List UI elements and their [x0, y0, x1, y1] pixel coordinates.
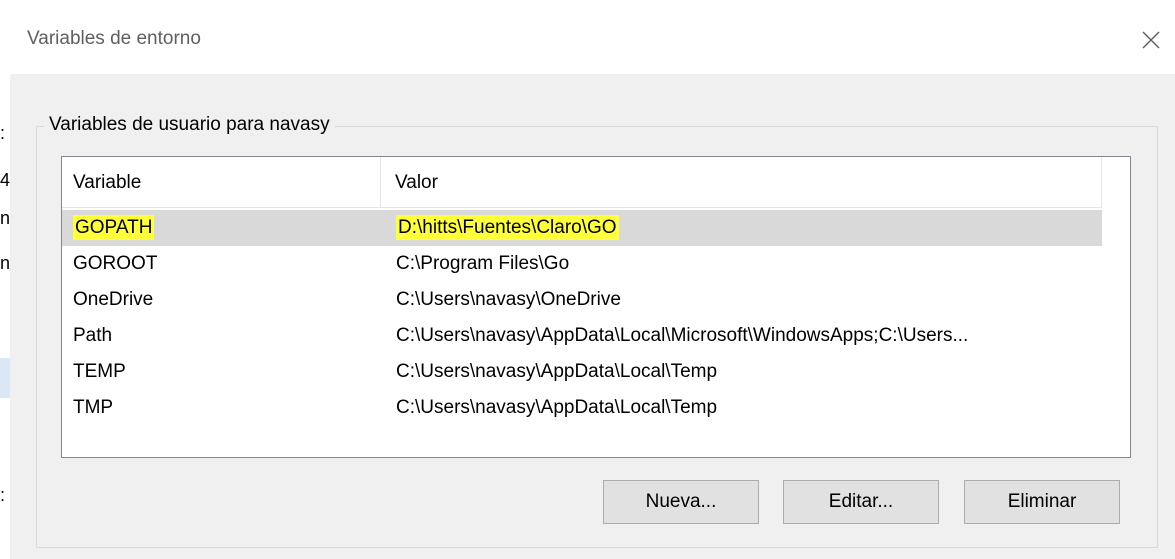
column-header-value[interactable]: Valor	[382, 157, 1102, 207]
dialog-client-area: Variables de usuario para navasy Variabl…	[10, 74, 1175, 559]
variable-name-text: TMP	[73, 397, 114, 418]
column-header-variable[interactable]: Variable	[62, 157, 381, 207]
environment-variables-dialog: Variables de entorno Variables de usuari…	[10, 6, 1175, 559]
variable-name-text: TEMP	[73, 361, 126, 382]
variable-value-cell: C:\Users\navasy\AppData\Local\Microsoft\…	[396, 318, 1100, 354]
close-icon	[1142, 31, 1160, 49]
variable-value-text: C:\Users\navasy\AppData\Local\Temp	[396, 361, 718, 382]
variable-value-text: C:\Users\navasy\OneDrive	[396, 289, 621, 310]
variable-value-text: C:\Program Files\Go	[396, 253, 570, 274]
background-accent	[0, 358, 10, 398]
background-text-fragment: 4	[0, 170, 11, 190]
table-row[interactable]: TMP C:\Users\navasy\AppData\Local\Temp	[62, 390, 1102, 426]
variable-name-text: GOROOT	[73, 253, 158, 274]
variable-value-cell: D:\hitts\Fuentes\Claro\GO	[396, 210, 1100, 246]
variable-name-cell: TMP	[73, 390, 373, 426]
background-text-fragment: :	[0, 485, 6, 505]
background-text-fragment: :	[0, 123, 6, 143]
variable-name-cell: GOPATH	[73, 210, 373, 246]
variable-value-cell: C:\Users\navasy\AppData\Local\Temp	[396, 390, 1100, 426]
title-bar[interactable]: Variables de entorno	[10, 6, 1175, 74]
variable-name-text: Path	[73, 325, 113, 346]
variable-value-cell: C:\Program Files\Go	[396, 246, 1100, 282]
variable-name-text: OneDrive	[73, 289, 154, 310]
dialog-title: Variables de entorno	[27, 28, 201, 49]
user-variables-legend: Variables de usuario para navasy	[44, 114, 335, 136]
variable-value-text: D:\hitts\Fuentes\Claro\GO	[396, 215, 619, 240]
variable-name-cell: Path	[73, 318, 373, 354]
table-row[interactable]: GOPATH D:\hitts\Fuentes\Claro\GO	[62, 210, 1102, 246]
table-row[interactable]: TEMP C:\Users\navasy\AppData\Local\Temp	[62, 354, 1102, 390]
new-variable-button[interactable]: Nueva...	[603, 480, 759, 524]
variable-value-cell: C:\Users\navasy\AppData\Local\Temp	[396, 354, 1100, 390]
variable-name-cell: GOROOT	[73, 246, 373, 282]
background-text-fragment: n	[0, 208, 11, 228]
variable-name-cell: OneDrive	[73, 282, 373, 318]
variable-value-cell: C:\Users\navasy\OneDrive	[396, 282, 1100, 318]
variable-value-text: C:\Users\navasy\AppData\Local\Microsoft\…	[396, 325, 969, 346]
variable-name-cell: TEMP	[73, 354, 373, 390]
close-button[interactable]	[1131, 20, 1171, 60]
background-text-fragment: n	[0, 253, 11, 273]
list-header: Variable Valor	[62, 157, 1102, 208]
table-row[interactable]: Path C:\Users\navasy\AppData\Local\Micros…	[62, 318, 1102, 354]
list-rows: GOPATH D:\hitts\Fuentes\Claro\GO GOROOT C:\…	[62, 210, 1102, 426]
variable-value-text: C:\Users\navasy\AppData\Local\Temp	[396, 397, 718, 418]
user-variables-list[interactable]: Variable Valor GOPATH D:\hitts\Fuentes\Cl…	[61, 156, 1131, 458]
table-row[interactable]: OneDrive C:\Users\navasy\OneDrive	[62, 282, 1102, 318]
edit-variable-button[interactable]: Editar...	[783, 480, 939, 524]
table-row[interactable]: GOROOT C:\Program Files\Go	[62, 246, 1102, 282]
delete-variable-button[interactable]: Eliminar	[964, 480, 1120, 524]
variable-name-text: GOPATH	[73, 215, 155, 240]
